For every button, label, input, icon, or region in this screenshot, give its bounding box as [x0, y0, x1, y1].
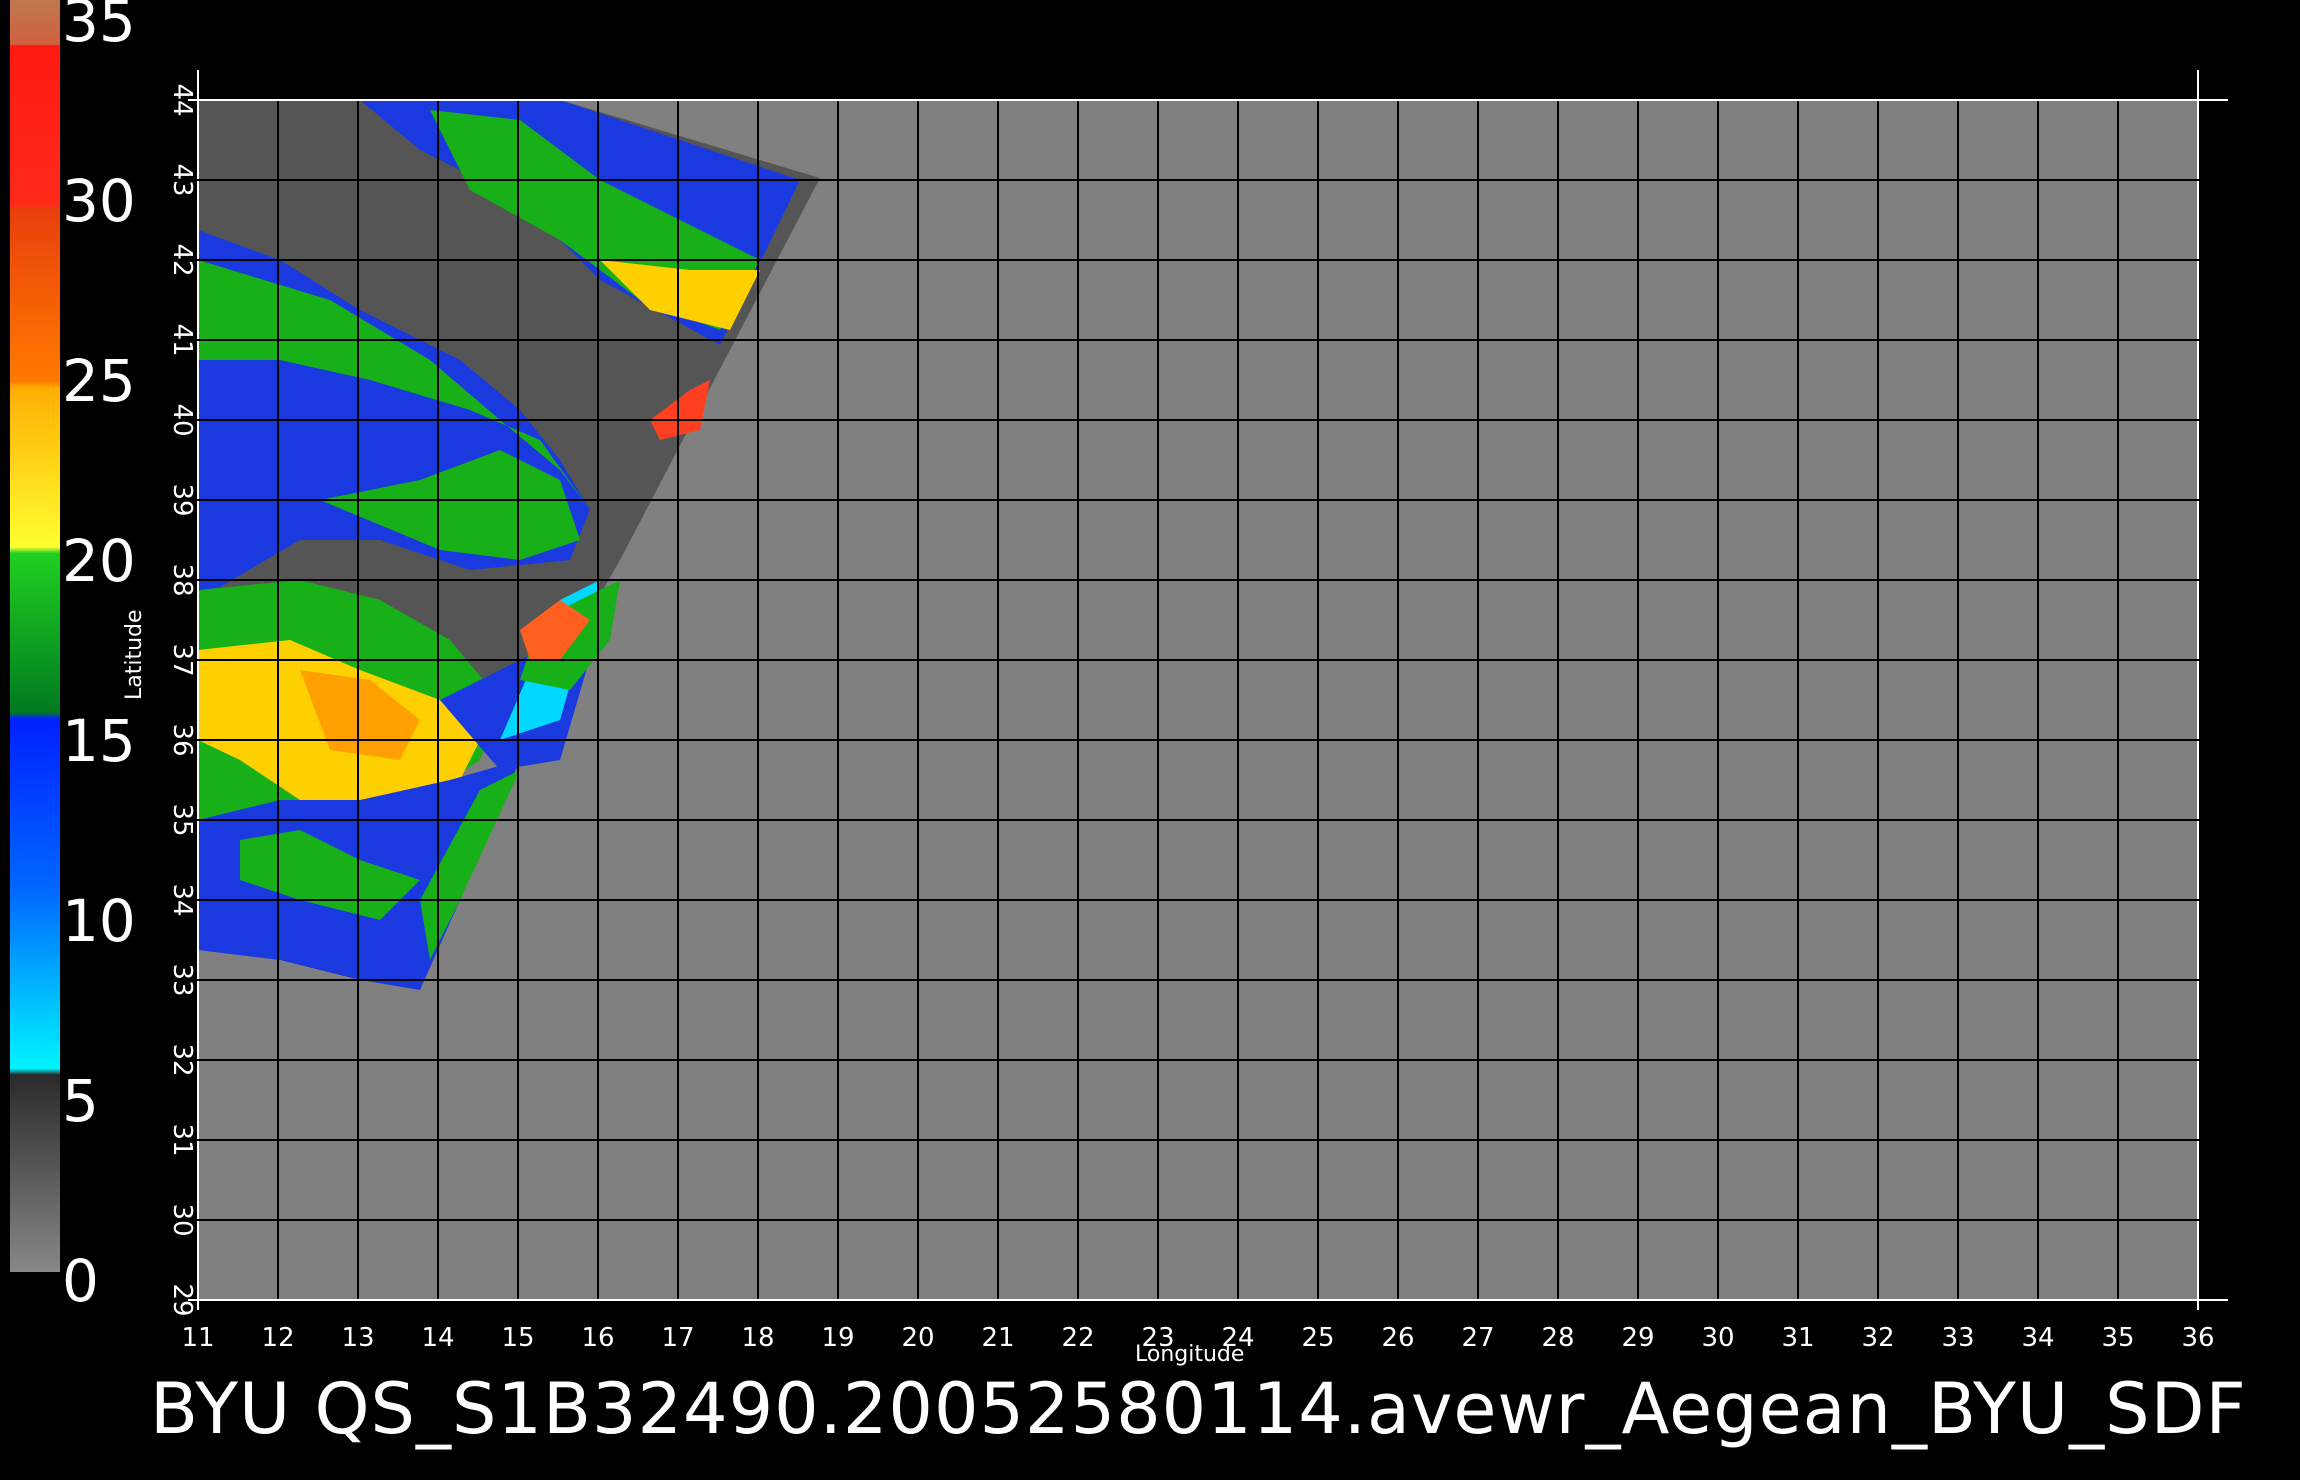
lat-tick-label: 44	[167, 83, 197, 116]
lon-tick-label: 20	[901, 1323, 934, 1353]
lon-tick-label: 21	[981, 1323, 1014, 1353]
lat-tick-label: 29	[167, 1283, 197, 1316]
lat-tick-label: 34	[167, 883, 197, 916]
lon-tick-label: 28	[1541, 1323, 1574, 1353]
lon-tick-label: 31	[1781, 1323, 1814, 1353]
lon-tick-label: 14	[421, 1323, 454, 1353]
lat-tick-label: 41	[167, 323, 197, 356]
lon-tick-label: 33	[1941, 1323, 1974, 1353]
lon-tick-label: 13	[341, 1323, 374, 1353]
lon-tick-label: 25	[1301, 1323, 1334, 1353]
lat-tick-label: 42	[167, 243, 197, 276]
lat-tick-label: 33	[167, 963, 197, 996]
lat-tick-label: 31	[167, 1123, 197, 1156]
x-axis-title: Longitude	[1135, 1342, 1245, 1367]
lat-tick-label: 32	[167, 1043, 197, 1076]
y-axis-title: Latitude	[122, 609, 147, 700]
lat-tick-label: 40	[167, 403, 197, 436]
latitude-ticks: 29 30 31 32 33 34 35 36 37 38 39 40 41 42 43 44	[167, 83, 197, 1316]
lon-tick-label: 27	[1461, 1323, 1494, 1353]
lon-tick-label: 34	[2021, 1323, 2054, 1353]
lon-tick-label: 35	[2101, 1323, 2134, 1353]
lat-tick-label: 39	[167, 483, 197, 516]
lon-tick-label: 12	[261, 1323, 294, 1353]
file-caption: BYU QS_S1B32490.20052580114.avewr_Aegean…	[150, 1368, 2247, 1450]
lon-tick-label: 22	[1061, 1323, 1094, 1353]
lon-tick-label: 11	[181, 1323, 214, 1353]
lon-tick-label: 17	[661, 1323, 694, 1353]
lon-tick-label: 19	[821, 1323, 854, 1353]
lon-tick-label: 36	[2181, 1323, 2214, 1353]
lat-tick-label: 35	[167, 803, 197, 836]
lon-tick-label: 30	[1701, 1323, 1734, 1353]
lon-tick-label: 18	[741, 1323, 774, 1353]
lat-tick-label: 30	[167, 1203, 197, 1236]
lat-tick-label: 43	[167, 163, 197, 196]
lat-tick-label: 36	[167, 723, 197, 756]
lon-tick-label: 32	[1861, 1323, 1894, 1353]
lat-tick-label: 37	[167, 643, 197, 676]
lon-tick-label: 16	[581, 1323, 614, 1353]
wind-map: 11 12 13 14 15 16 17 18 19 20 21 22 23 24 25 26 27 28 29 30…	[167, 70, 2228, 1353]
lat-tick-label: 38	[167, 563, 197, 596]
lon-tick-label: 15	[501, 1323, 534, 1353]
lon-tick-label: 29	[1621, 1323, 1654, 1353]
lon-tick-label: 26	[1381, 1323, 1414, 1353]
